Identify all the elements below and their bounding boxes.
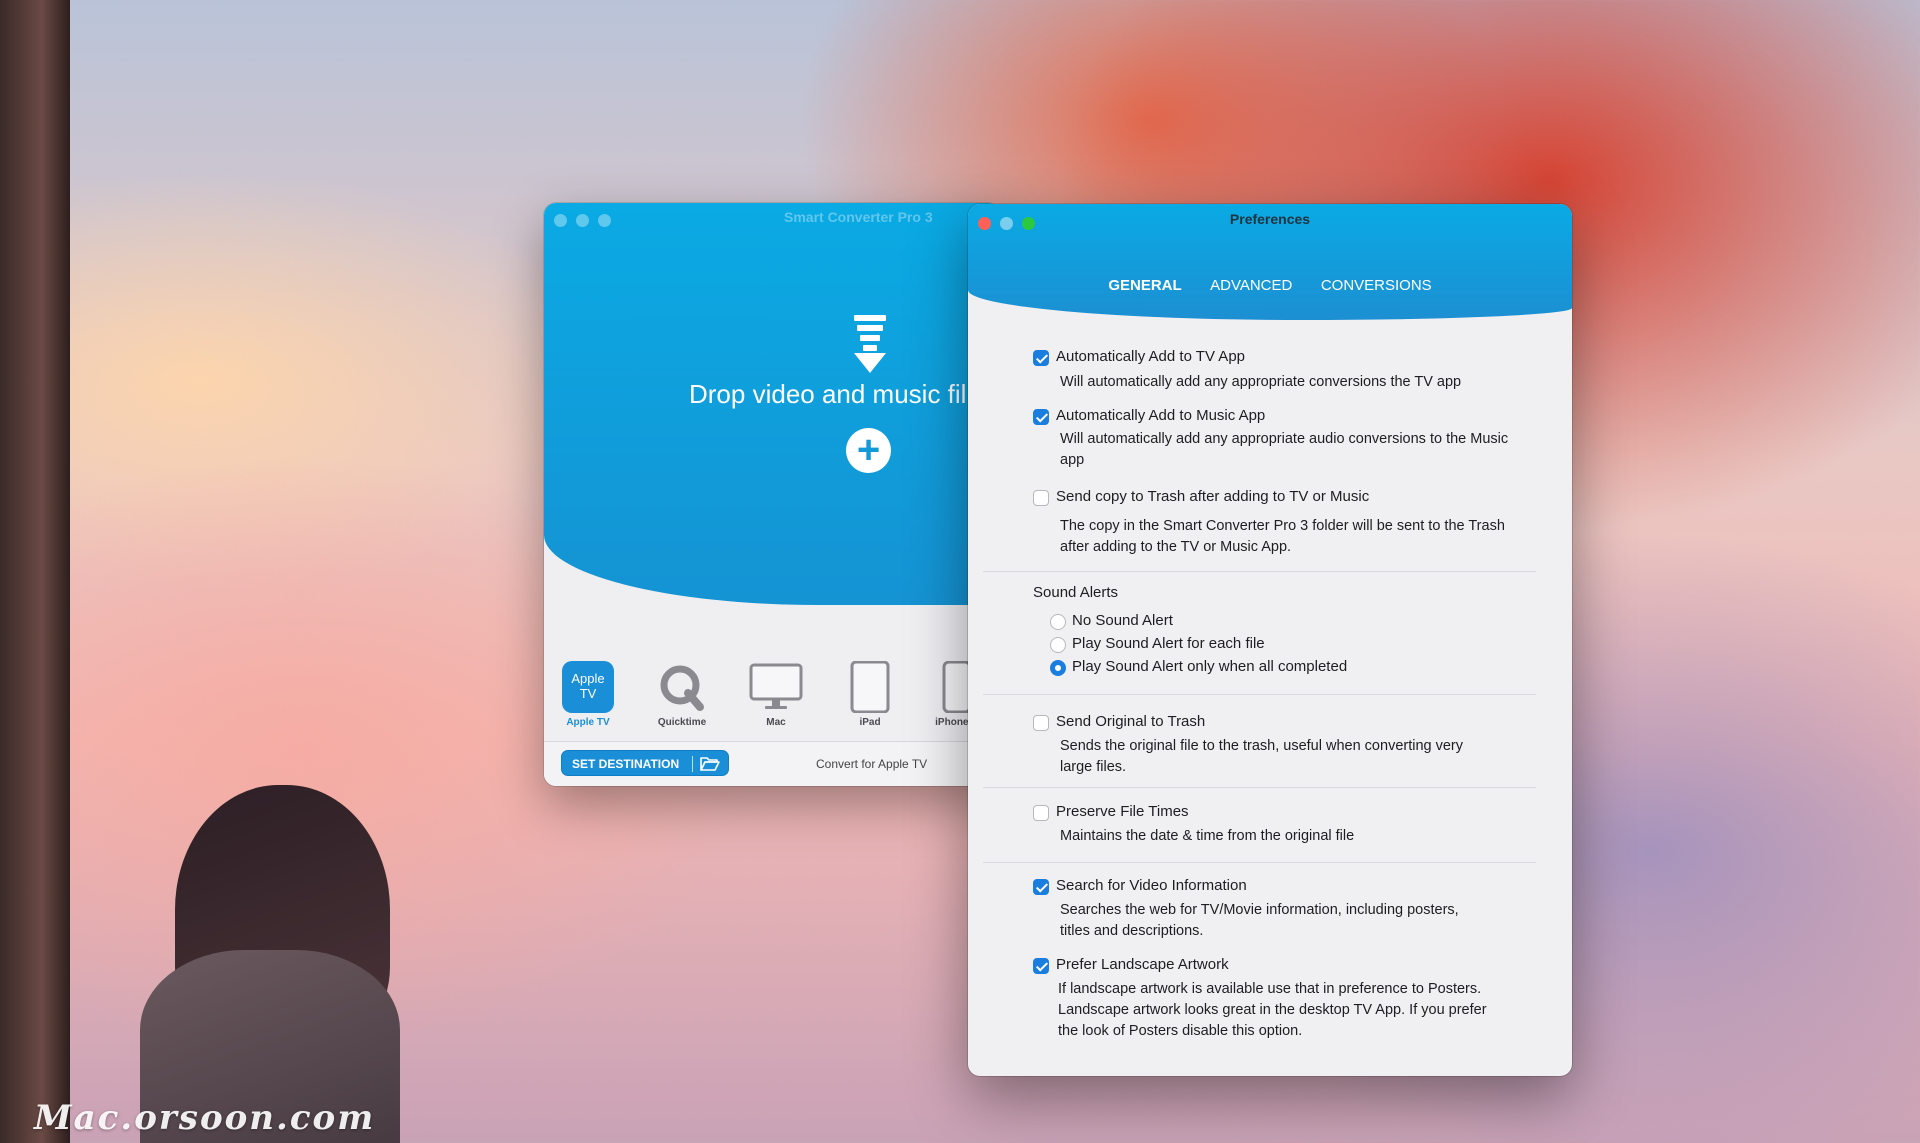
add-files-button[interactable]: + xyxy=(846,428,891,473)
button-divider xyxy=(692,756,693,772)
drop-instructions: Drop video and music fil xyxy=(689,379,967,409)
send-original-to-trash-checkbox[interactable] xyxy=(1033,715,1049,731)
option-label: Automatically Add to Music App xyxy=(1056,407,1266,424)
converter-title: Smart Converter Pro 3 xyxy=(784,209,933,225)
divider xyxy=(983,787,1536,788)
mac-monitor-icon xyxy=(749,663,803,709)
option-description: If landscape artwork is available use th… xyxy=(1058,981,1487,1039)
send-copy-to-trash-checkbox[interactable] xyxy=(1033,490,1049,506)
watermark: Mac.orsoon.com xyxy=(34,1098,376,1138)
option-description: Sends the original file to the trash, us… xyxy=(1060,738,1464,775)
wallpaper-pole xyxy=(0,0,70,1143)
device-label: Mac xyxy=(766,717,786,728)
device-label: iPad xyxy=(859,717,881,728)
option-label: Prefer Landscape Artwork xyxy=(1056,956,1229,973)
add-to-music-checkbox[interactable] xyxy=(1033,409,1049,425)
option-description: Searches the web for TV/Movie informatio… xyxy=(1060,902,1459,939)
folder-open-icon xyxy=(700,757,720,771)
option-description: Maintains the date & time from the origi… xyxy=(1060,828,1355,844)
preferences-window: Preferences GENERAL ADVANCED CONVERSIONS… xyxy=(968,204,1572,1076)
option-description: Will automatically add any appropriate a… xyxy=(1060,431,1509,468)
prefer-landscape-checkbox[interactable] xyxy=(1033,958,1049,974)
ipad-icon xyxy=(850,661,890,713)
convert-target-label: Convert for Apple TV xyxy=(816,757,928,771)
divider xyxy=(983,571,1536,572)
general-pane: Automatically Add to TV App Will automat… xyxy=(968,204,1572,1076)
radio-label: Play Sound Alert only when all completed xyxy=(1072,658,1348,675)
option-label: Send copy to Trash after adding to TV or… xyxy=(1056,488,1370,505)
search-video-info-checkbox[interactable] xyxy=(1033,879,1049,895)
option-label: Preserve File Times xyxy=(1056,803,1189,820)
radio-sound-all-completed[interactable]: Play Sound Alert only when all completed xyxy=(1050,658,1450,678)
radio-sound-each-file[interactable]: Play Sound Alert for each file xyxy=(1050,635,1450,655)
radio-button[interactable] xyxy=(1050,637,1066,653)
apple-tv-icon: Apple TV xyxy=(562,661,614,713)
option-label: Search for Video Information xyxy=(1056,877,1247,894)
drop-arrow-icon xyxy=(854,315,886,373)
radio-button[interactable] xyxy=(1050,660,1066,676)
converter-window: Smart Converter Pro 3 Drop video and mus… xyxy=(544,203,1000,786)
device-picker: Apple TV Apple TV Quicktime Mac iPad iPh… xyxy=(544,655,1000,741)
device-apple-tv[interactable]: Apple TV Apple TV xyxy=(544,655,632,728)
radio-no-sound-alert[interactable]: No Sound Alert xyxy=(1050,612,1450,632)
set-destination-label: SET DESTINATION xyxy=(572,757,680,771)
converter-footer: SET DESTINATION Convert for Apple TV xyxy=(544,741,1000,786)
radio-label: Play Sound Alert for each file xyxy=(1072,635,1265,652)
add-to-tv-checkbox[interactable] xyxy=(1033,350,1049,366)
device-label: Quicktime xyxy=(657,717,707,728)
radio-label: No Sound Alert xyxy=(1072,612,1173,629)
option-description: The copy in the Smart Converter Pro 3 fo… xyxy=(1060,518,1505,555)
preserve-file-times-checkbox[interactable] xyxy=(1033,805,1049,821)
option-label: Send Original to Trash xyxy=(1056,713,1206,730)
radio-button[interactable] xyxy=(1050,614,1066,630)
option-description: Will automatically add any appropriate c… xyxy=(1060,374,1462,390)
device-label: Apple TV xyxy=(566,717,610,728)
sound-alerts-title: Sound Alerts xyxy=(1033,584,1119,601)
plus-icon: + xyxy=(856,428,881,472)
set-destination-button[interactable]: SET DESTINATION xyxy=(561,750,729,776)
device-ipad[interactable]: iPad xyxy=(826,655,914,728)
divider xyxy=(983,862,1536,863)
divider xyxy=(983,694,1536,695)
device-quicktime[interactable]: Quicktime xyxy=(638,655,726,728)
option-label: Automatically Add to TV App xyxy=(1056,348,1246,365)
quicktime-icon xyxy=(660,665,704,711)
device-mac[interactable]: Mac xyxy=(732,655,820,728)
